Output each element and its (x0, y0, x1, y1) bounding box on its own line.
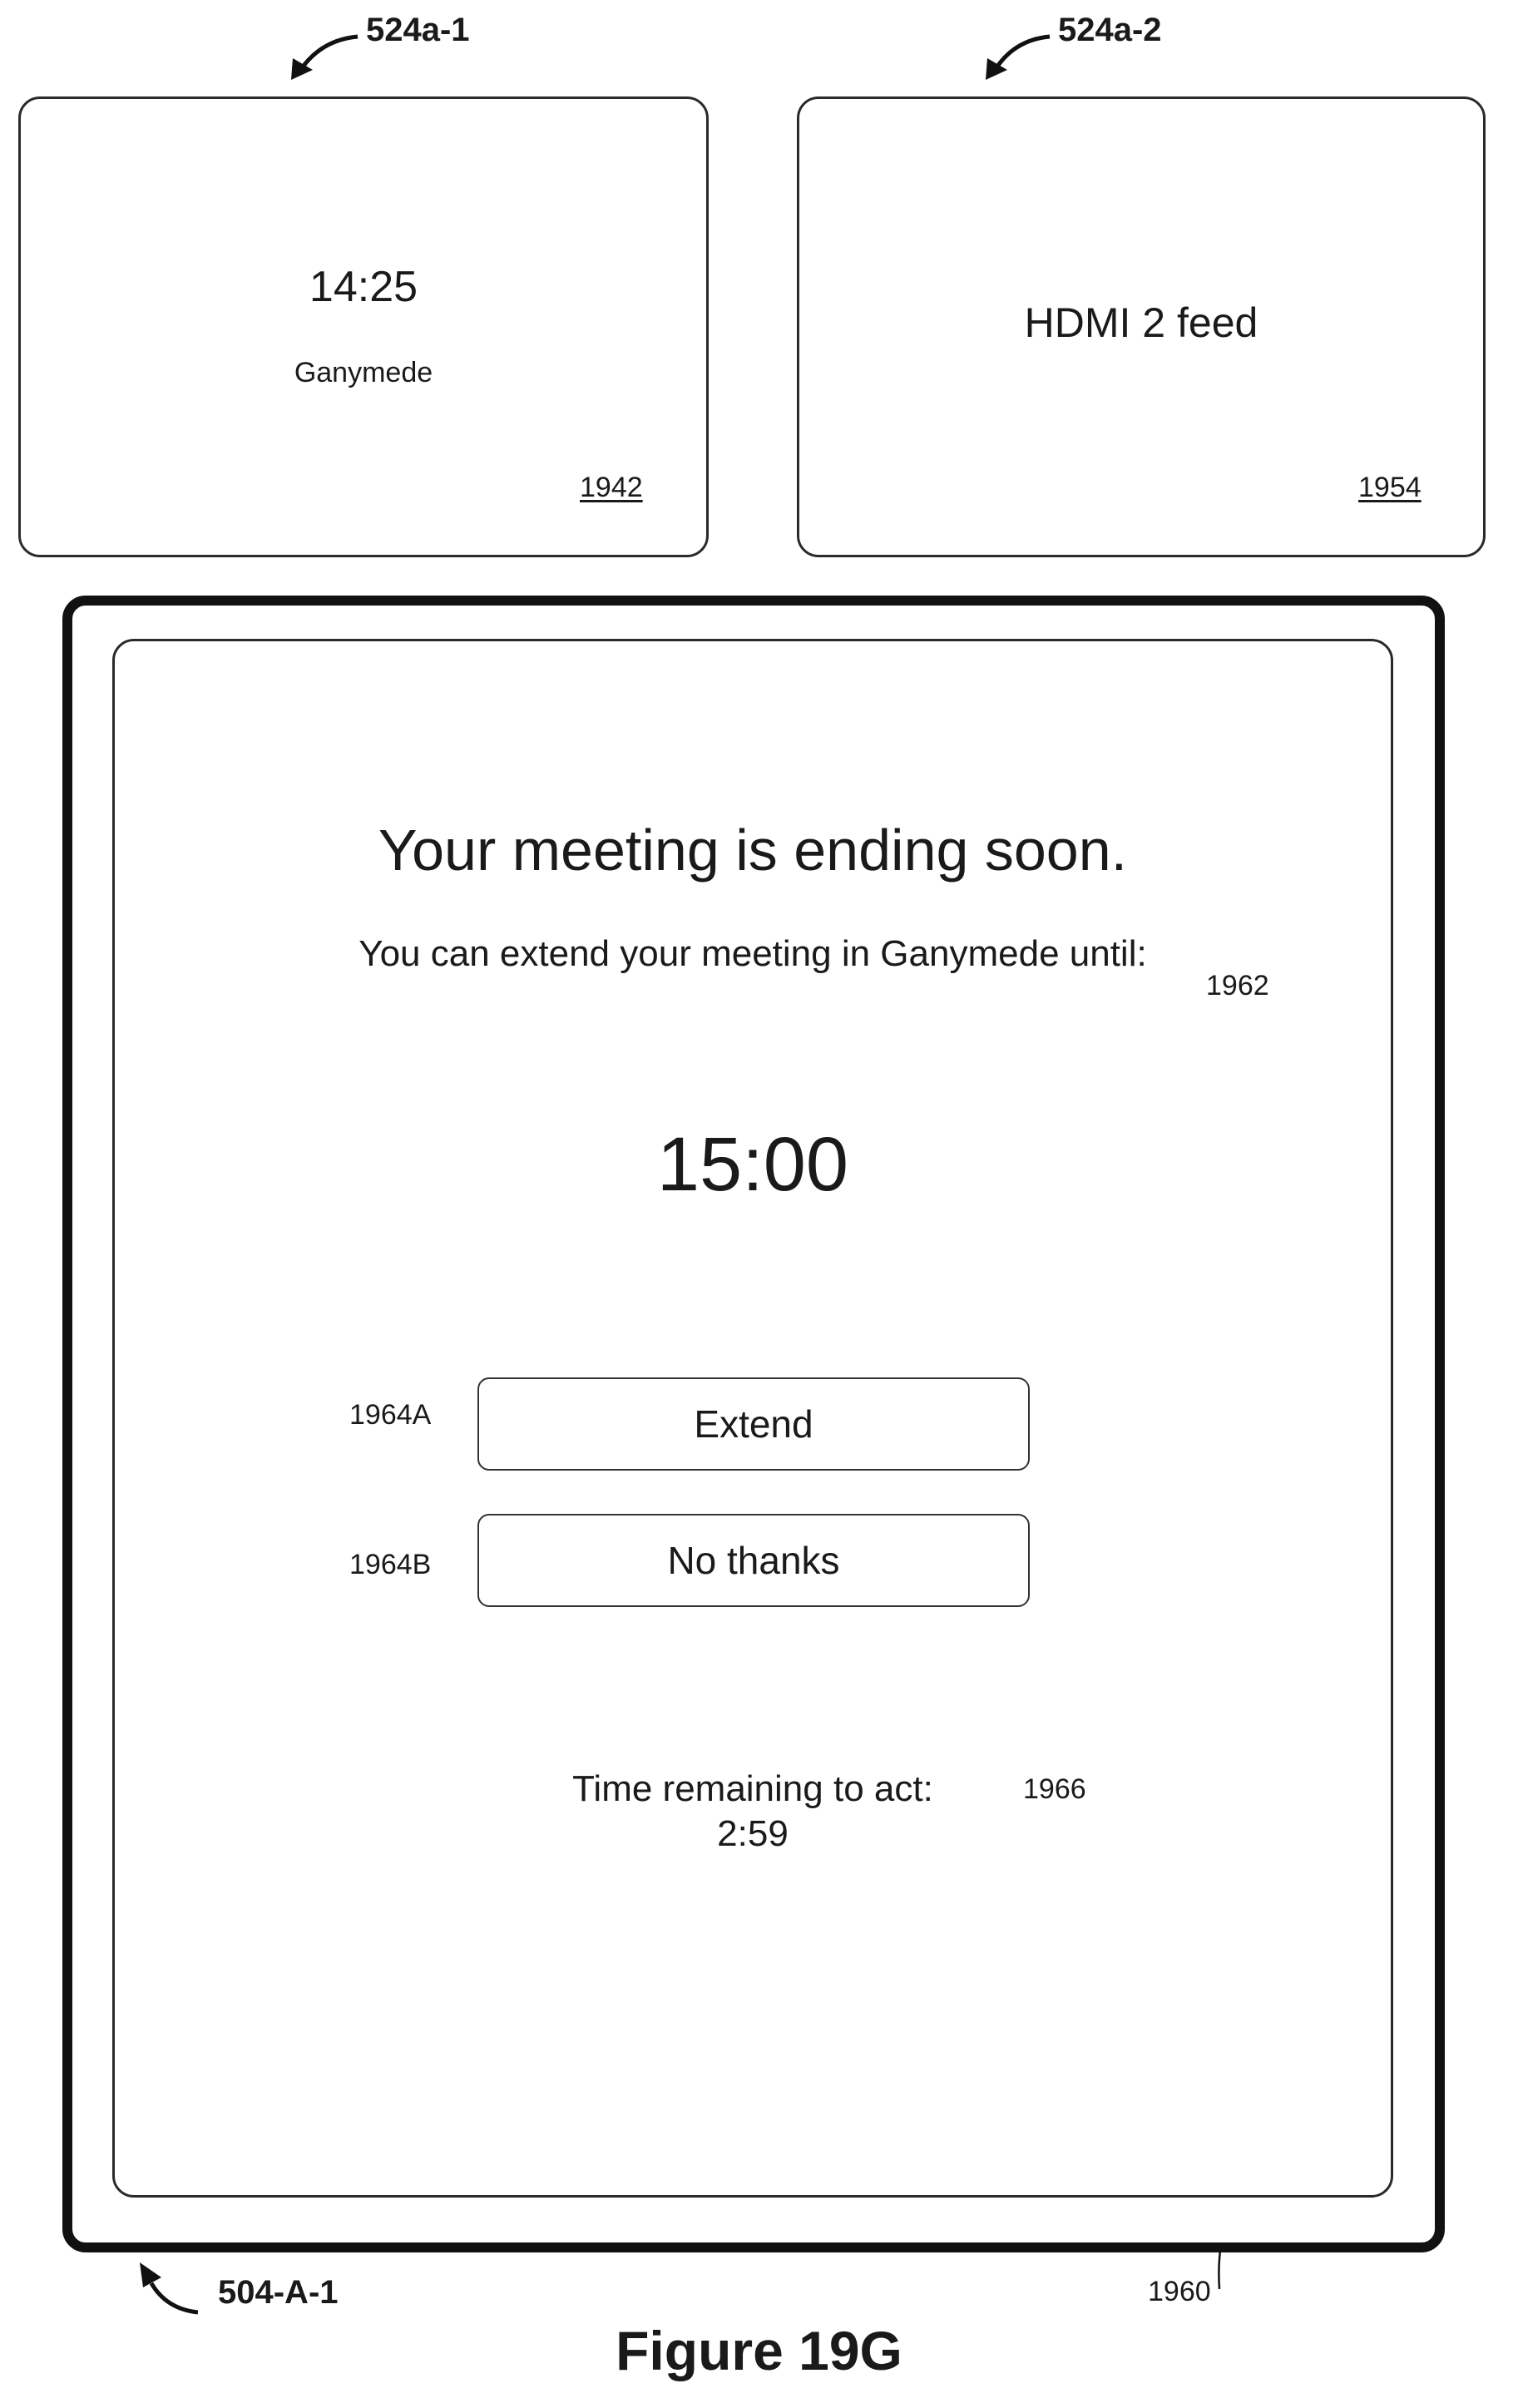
room-name: Ganymede (21, 357, 706, 389)
screen-ref-1954: 1954 (1358, 472, 1422, 504)
ref-label-524a-1: 524a-1 (366, 12, 470, 49)
ref-arrow-504-A-1 (151, 2283, 198, 2312)
time-remaining-label: Time remaining to act: (528, 1768, 977, 1810)
screen-ref-1942: 1942 (580, 472, 643, 504)
ref-label-1960: 1960 (1148, 2276, 1211, 2308)
room-display-1942: 14:25 Ganymede 1942 (18, 96, 709, 557)
hdmi-feed-label: HDMI 2 feed (799, 299, 1483, 347)
extend-until-time: 15:00 (112, 1121, 1393, 1209)
ref-label-1962: 1962 (1206, 970, 1269, 1002)
ref-label-1964B: 1964B (349, 1549, 431, 1581)
ref-label-504-A-1: 504-A-1 (218, 2274, 339, 2312)
current-time: 14:25 (21, 262, 706, 312)
extend-button[interactable]: Extend (477, 1377, 1030, 1471)
no-thanks-button[interactable]: No thanks (477, 1514, 1030, 1607)
ref-label-1964A: 1964A (349, 1399, 431, 1431)
figure-caption: Figure 19G (0, 2319, 1518, 2382)
ref-arrow-524a-2 (994, 37, 1050, 72)
extend-info-text: You can extend your meeting in Ganymede … (112, 933, 1393, 975)
time-remaining-value: 2:59 (528, 1813, 977, 1855)
ref-arrow-524a-1 (299, 37, 358, 72)
room-display-1954: HDMI 2 feed 1954 (797, 96, 1486, 557)
ref-label-524a-2: 524a-2 (1058, 12, 1162, 49)
meeting-ending-title: Your meeting is ending soon. (112, 817, 1393, 883)
ref-label-1966: 1966 (1023, 1773, 1086, 1806)
